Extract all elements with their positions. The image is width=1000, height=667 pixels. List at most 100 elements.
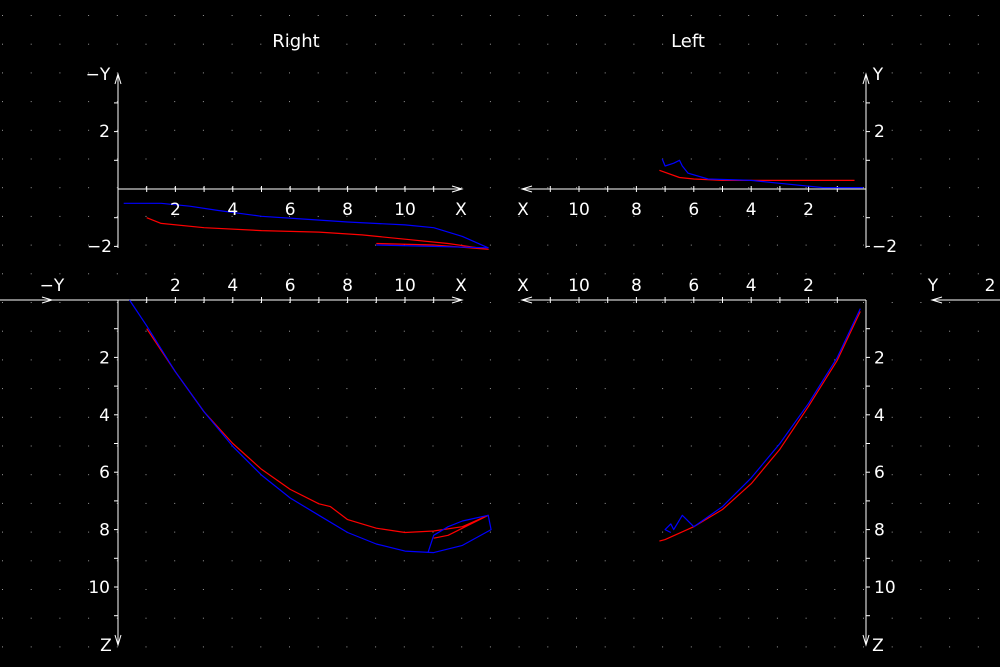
grid-dot bbox=[776, 72, 778, 74]
grid-dot bbox=[461, 273, 463, 275]
grid-dot bbox=[202, 531, 204, 533]
grid-dot bbox=[231, 43, 233, 45]
x-tick-label: 10 bbox=[568, 200, 590, 220]
grid-dot bbox=[977, 359, 979, 361]
grid-dot bbox=[461, 445, 463, 447]
grid-dot bbox=[834, 101, 836, 103]
grid-dot bbox=[863, 531, 864, 533]
axes-layer bbox=[0, 72, 1000, 647]
grid-dot bbox=[289, 502, 290, 504]
grid-dot bbox=[719, 646, 721, 648]
grid-dot bbox=[776, 330, 778, 332]
grid-dot bbox=[174, 101, 176, 103]
grid-dot bbox=[633, 72, 635, 74]
grid-dot bbox=[604, 359, 606, 361]
grid-dot bbox=[461, 187, 463, 189]
grid-dot bbox=[489, 560, 491, 562]
grid-dot bbox=[977, 215, 979, 217]
grid-dot bbox=[891, 646, 893, 648]
grid-dot bbox=[346, 560, 348, 562]
grid-dot bbox=[260, 129, 262, 131]
grid-dot bbox=[662, 474, 664, 476]
grid-dot bbox=[834, 158, 836, 160]
grid-dot bbox=[88, 359, 90, 361]
grid-dot bbox=[231, 531, 233, 533]
grid-dot bbox=[88, 560, 90, 562]
grid-dot bbox=[489, 244, 491, 246]
grid-dot bbox=[231, 474, 233, 476]
grid-dot bbox=[547, 244, 549, 246]
grid-dot bbox=[920, 359, 922, 361]
grid-dot bbox=[489, 302, 491, 303]
grid-dot bbox=[432, 273, 434, 275]
grid-dot bbox=[145, 158, 147, 160]
grid-dot bbox=[834, 129, 836, 131]
grid-dot bbox=[2, 445, 3, 447]
grid-dot bbox=[604, 502, 606, 504]
grid-dot bbox=[863, 244, 864, 246]
grid-dot bbox=[59, 43, 61, 45]
grid-dot bbox=[260, 646, 262, 648]
grid-dot bbox=[2, 244, 3, 246]
grid-dot bbox=[719, 502, 721, 504]
y-tick-label: −2 bbox=[87, 237, 112, 257]
grid-dot bbox=[949, 416, 951, 418]
grid-dot bbox=[88, 101, 90, 103]
z-tick-label: 8 bbox=[99, 521, 110, 541]
grid-dot bbox=[518, 158, 520, 160]
grid-dot bbox=[690, 416, 692, 418]
grid-dot bbox=[59, 560, 61, 562]
grid-dot bbox=[2, 474, 3, 476]
grid-dot bbox=[834, 273, 836, 275]
grid-dot bbox=[30, 560, 32, 562]
grid-dot bbox=[920, 474, 922, 476]
grid-dot bbox=[88, 43, 90, 45]
grid-dot bbox=[432, 617, 434, 619]
grid-dot bbox=[260, 15, 262, 16]
grid-dot bbox=[59, 589, 61, 590]
grid-dot bbox=[461, 302, 463, 303]
grid-dot bbox=[30, 617, 32, 619]
grid-dot bbox=[346, 101, 348, 103]
grid-dot bbox=[748, 330, 750, 332]
grid-dot bbox=[518, 302, 520, 303]
grid-dot bbox=[920, 187, 922, 189]
grid-dot bbox=[2, 101, 3, 103]
grid-dot bbox=[231, 646, 233, 648]
grid-dot bbox=[461, 502, 463, 504]
grid-dot bbox=[317, 215, 319, 217]
grid-dot bbox=[977, 617, 979, 619]
grid-dot bbox=[977, 589, 979, 590]
grid-dot bbox=[317, 474, 319, 476]
grid-dot bbox=[776, 560, 778, 562]
grid-dot bbox=[633, 531, 635, 533]
grid-dot bbox=[690, 388, 692, 390]
grid-dot bbox=[59, 302, 61, 303]
grid-dot bbox=[920, 531, 922, 533]
grid-dot bbox=[375, 158, 377, 160]
grid-dot bbox=[776, 158, 778, 160]
grid-dot bbox=[202, 101, 204, 103]
grid-dot bbox=[317, 560, 319, 562]
grid-dot bbox=[59, 474, 61, 476]
grid-dot bbox=[346, 158, 348, 160]
grid-dot bbox=[518, 187, 520, 189]
grid-dot bbox=[719, 215, 721, 217]
grid-dot bbox=[719, 43, 721, 45]
grid-dot bbox=[403, 129, 405, 131]
grid-dot bbox=[776, 302, 778, 303]
grid-dot bbox=[547, 43, 549, 45]
grid-dot bbox=[2, 416, 3, 418]
grid-dot bbox=[920, 646, 922, 648]
grid-dot bbox=[489, 359, 491, 361]
grid-dot bbox=[2, 589, 3, 590]
grid-dot bbox=[863, 72, 864, 74]
grid-dot bbox=[633, 15, 635, 16]
x-tick-label: 2 bbox=[170, 200, 181, 220]
grid-dot bbox=[805, 273, 807, 275]
grid-dot bbox=[260, 330, 262, 332]
grid-dot bbox=[891, 531, 893, 533]
grid-dot bbox=[289, 273, 290, 275]
grid-dot bbox=[317, 531, 319, 533]
grid-dot bbox=[30, 72, 32, 74]
